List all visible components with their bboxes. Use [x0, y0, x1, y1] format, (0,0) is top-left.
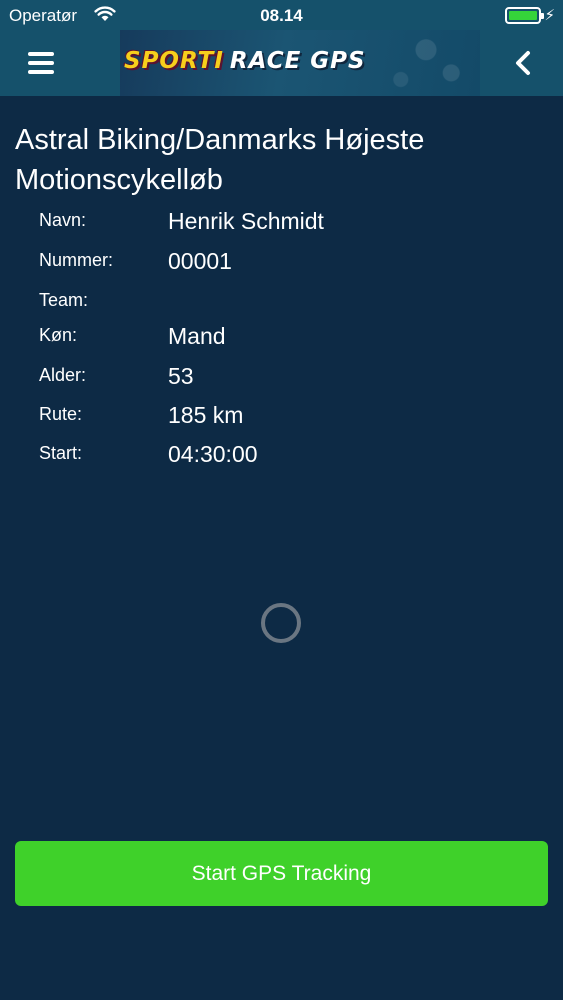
info-row-nummer: Nummer: 00001: [39, 248, 539, 280]
info-value: 53: [168, 363, 194, 389]
battery-icon: [505, 7, 544, 24]
info-value: Mand: [168, 323, 226, 349]
info-label: Alder:: [39, 365, 87, 385]
info-label: Navn:: [39, 210, 87, 230]
info-value: 185 km: [168, 402, 244, 428]
info-row-start: Start: 04:30:00: [39, 441, 539, 473]
info-row-team: Team:: [39, 290, 539, 320]
info-label: Team:: [39, 290, 89, 310]
info-row-alder: Alder: 53: [39, 363, 539, 395]
status-bar: Operatør 08.14 ⚡︎: [0, 0, 563, 30]
info-label: Start:: [39, 443, 83, 463]
logo-race-gps: RACE GPS: [229, 48, 366, 74]
info-row-navn: Navn: Henrik Schmidt: [39, 208, 539, 240]
clock: 08.14: [260, 6, 303, 25]
info-label: Rute:: [39, 404, 83, 424]
nav-bar: SPORTI RACE GPS: [0, 30, 563, 96]
app-logo: SPORTI RACE GPS: [124, 48, 366, 74]
chevron-left-icon[interactable]: [513, 50, 533, 76]
info-value: 04:30:00: [168, 441, 258, 467]
event-title: Astral Biking/Danmarks Højeste Motionscy…: [15, 124, 425, 196]
charging-bolt-icon: ⚡︎: [544, 7, 555, 24]
start-gps-tracking-button[interactable]: Start GPS Tracking: [15, 841, 548, 906]
info-value: Henrik Schmidt: [168, 208, 324, 234]
info-row-kon: Køn: Mand: [39, 323, 539, 355]
loading-spinner-icon: [261, 603, 301, 643]
info-row-rute: Rute: 185 km: [39, 402, 539, 434]
info-value: 00001: [168, 248, 232, 274]
info-label: Nummer:: [39, 250, 114, 270]
logo-sporti: SPORTI: [124, 48, 224, 74]
info-label: Køn:: [39, 325, 78, 345]
hamburger-menu-icon[interactable]: [28, 52, 54, 74]
